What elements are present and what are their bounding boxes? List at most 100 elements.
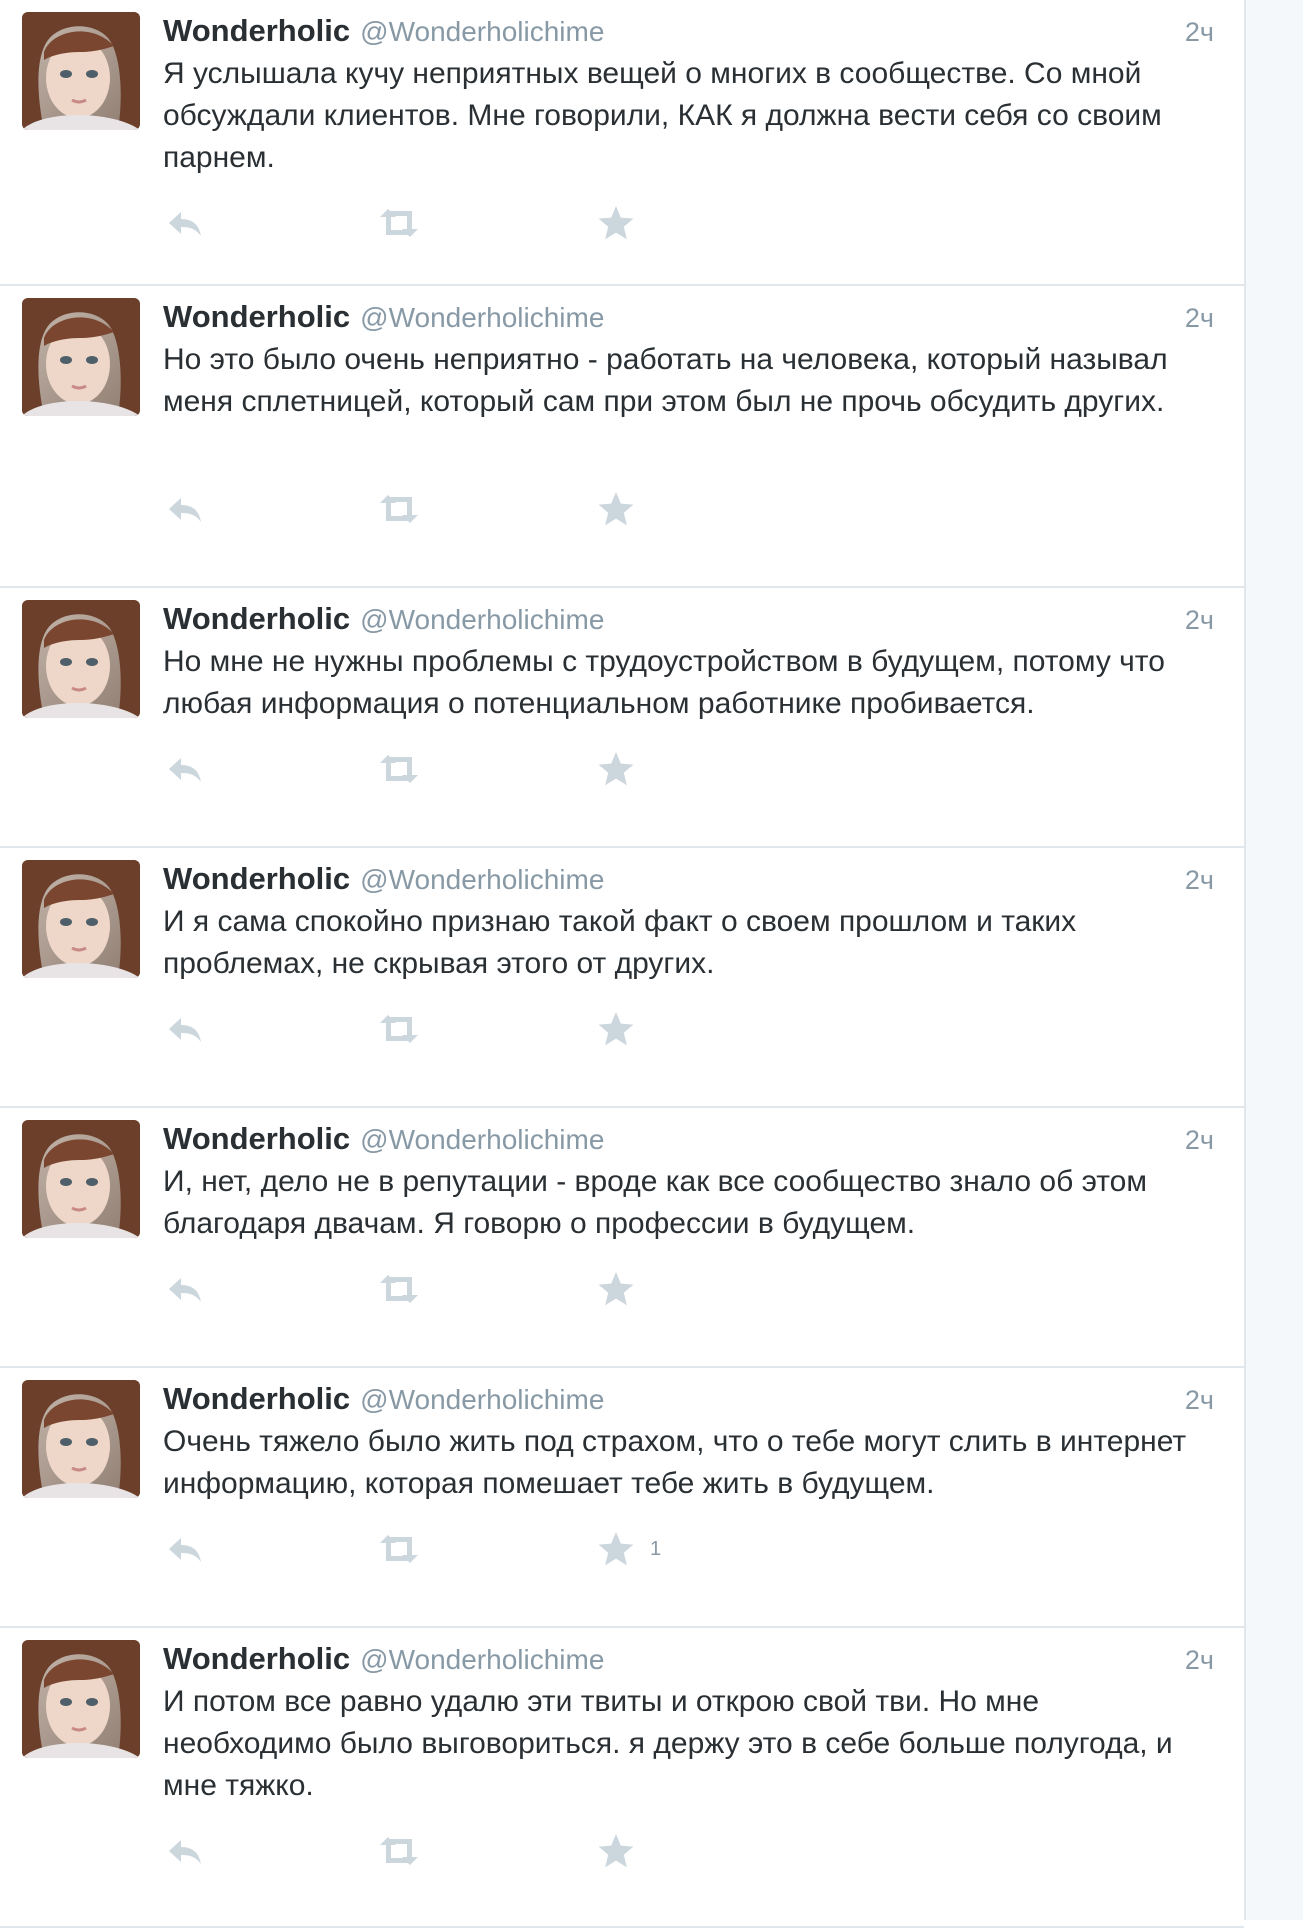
reply-icon xyxy=(169,1278,201,1302)
tweet-header: Wonderholic @Wonderholichime 2ч xyxy=(163,1381,1214,1419)
timestamp[interactable]: 2ч xyxy=(1185,1125,1214,1156)
timestamp[interactable]: 2ч xyxy=(1185,1645,1214,1676)
tweet[interactable]: Wonderholic @Wonderholichime 2ч Я услыша… xyxy=(0,0,1244,286)
star-icon xyxy=(598,752,634,786)
timestamp[interactable]: 2ч xyxy=(1185,865,1214,896)
reply-button[interactable] xyxy=(165,749,205,789)
avatar-image xyxy=(22,860,140,978)
tweet-stream: Wonderholic @Wonderholichime 2ч Я услыша… xyxy=(0,0,1244,1928)
author-handle[interactable]: @Wonderholichime xyxy=(360,16,604,48)
reply-button[interactable] xyxy=(165,1529,205,1569)
tweet-content: Wonderholic @Wonderholichime 2ч И потом … xyxy=(163,1641,1214,1807)
avatar-image xyxy=(22,298,140,416)
timeline: Wonderholic @Wonderholichime 2ч Я услыша… xyxy=(0,0,1246,1928)
favorite-button[interactable] xyxy=(596,203,650,243)
tweet-text: Я услышала кучу неприятных вещей о многи… xyxy=(163,57,1162,174)
tweet-text: И потом все равно удалю эти твиты и откр… xyxy=(163,1685,1173,1802)
author-handle[interactable]: @Wonderholichime xyxy=(360,1644,604,1676)
timestamp[interactable]: 2ч xyxy=(1185,1385,1214,1416)
author-handle[interactable]: @Wonderholichime xyxy=(360,1124,604,1156)
author-name[interactable]: Wonderholic xyxy=(163,13,350,49)
favorite-button[interactable] xyxy=(596,1831,650,1871)
author-name[interactable]: Wonderholic xyxy=(163,299,350,335)
tweet-content: Wonderholic @Wonderholichime 2ч Но мне н… xyxy=(163,601,1214,725)
retweet-button[interactable] xyxy=(376,1831,422,1871)
avatar[interactable] xyxy=(22,860,140,978)
reply-icon xyxy=(169,1840,201,1864)
tweet-content: Wonderholic @Wonderholichime 2ч Я услыша… xyxy=(163,13,1214,179)
author-handle[interactable]: @Wonderholichime xyxy=(360,302,604,334)
tweet[interactable]: Wonderholic @Wonderholichime 2ч И потом … xyxy=(0,1628,1244,1928)
avatar[interactable] xyxy=(22,1640,140,1758)
star-icon xyxy=(598,1012,634,1046)
avatar[interactable] xyxy=(22,298,140,416)
reply-button[interactable] xyxy=(165,1009,205,1049)
tweet-text: Очень тяжело было жить под страхом, что … xyxy=(163,1425,1187,1500)
favorite-button[interactable] xyxy=(596,749,650,789)
tweet-text: Но это было очень неприятно - работать н… xyxy=(163,343,1168,418)
timestamp[interactable]: 2ч xyxy=(1185,605,1214,636)
retweet-icon xyxy=(380,495,418,523)
author-name[interactable]: Wonderholic xyxy=(163,1381,350,1417)
star-icon xyxy=(598,1272,634,1306)
author-name[interactable]: Wonderholic xyxy=(163,1121,350,1157)
tweet[interactable]: Wonderholic @Wonderholichime 2ч И, нет, … xyxy=(0,1108,1244,1368)
tweet[interactable]: Wonderholic @Wonderholichime 2ч И я сама… xyxy=(0,848,1244,1108)
avatar[interactable] xyxy=(22,600,140,718)
favorite-button[interactable]: 1 xyxy=(596,1529,661,1569)
tweet-text: И, нет, дело не в репутации - вроде как … xyxy=(163,1165,1147,1240)
reply-icon xyxy=(169,1538,201,1562)
retweet-icon xyxy=(380,1015,418,1043)
reply-button[interactable] xyxy=(165,203,205,243)
author-name[interactable]: Wonderholic xyxy=(163,601,350,637)
timestamp[interactable]: 2ч xyxy=(1185,303,1214,334)
star-icon xyxy=(598,1532,634,1566)
reply-icon xyxy=(169,758,201,782)
retweet-button[interactable] xyxy=(376,1529,422,1569)
favorite-button[interactable] xyxy=(596,1009,650,1049)
author-handle[interactable]: @Wonderholichime xyxy=(360,1384,604,1416)
retweet-icon xyxy=(380,1535,418,1563)
avatar-image xyxy=(22,600,140,718)
reply-button[interactable] xyxy=(165,1269,205,1309)
star-icon xyxy=(598,206,634,240)
avatar[interactable] xyxy=(22,1120,140,1238)
star-icon xyxy=(598,492,634,526)
retweet-button[interactable] xyxy=(376,203,422,243)
retweet-button[interactable] xyxy=(376,749,422,789)
retweet-button[interactable] xyxy=(376,489,422,529)
author-handle[interactable]: @Wonderholichime xyxy=(360,864,604,896)
avatar-image xyxy=(22,1120,140,1238)
favorite-button[interactable] xyxy=(596,489,650,529)
reply-button[interactable] xyxy=(165,1831,205,1871)
avatar[interactable] xyxy=(22,12,140,130)
tweet-content: Wonderholic @Wonderholichime 2ч Очень тя… xyxy=(163,1381,1214,1505)
tweet-header: Wonderholic @Wonderholichime 2ч xyxy=(163,601,1214,639)
retweet-icon xyxy=(380,1275,418,1303)
tweet-header: Wonderholic @Wonderholichime 2ч xyxy=(163,1641,1214,1679)
star-icon xyxy=(598,1834,634,1868)
tweet-header: Wonderholic @Wonderholichime 2ч xyxy=(163,299,1214,337)
tweet[interactable]: Wonderholic @Wonderholichime 2ч Очень тя… xyxy=(0,1368,1244,1628)
avatar-image xyxy=(22,12,140,130)
author-name[interactable]: Wonderholic xyxy=(163,861,350,897)
reply-icon xyxy=(169,498,201,522)
tweet[interactable]: Wonderholic @Wonderholichime 2ч Но мне н… xyxy=(0,588,1244,848)
tweet-content: Wonderholic @Wonderholichime 2ч Но это б… xyxy=(163,299,1214,423)
tweet-content: Wonderholic @Wonderholichime 2ч И я сама… xyxy=(163,861,1214,985)
author-name[interactable]: Wonderholic xyxy=(163,1641,350,1677)
avatar[interactable] xyxy=(22,1380,140,1498)
tweet[interactable]: Wonderholic @Wonderholichime 2ч Но это б… xyxy=(0,286,1244,588)
tweet-header: Wonderholic @Wonderholichime 2ч xyxy=(163,1121,1214,1159)
favorite-button[interactable] xyxy=(596,1269,650,1309)
avatar-image xyxy=(22,1640,140,1758)
author-handle[interactable]: @Wonderholichime xyxy=(360,604,604,636)
tweet-text: Но мне не нужны проблемы с трудоустройст… xyxy=(163,645,1165,720)
retweet-icon xyxy=(380,1837,418,1865)
reply-button[interactable] xyxy=(165,489,205,529)
retweet-button[interactable] xyxy=(376,1009,422,1049)
timestamp[interactable]: 2ч xyxy=(1185,17,1214,48)
favorite-count: 1 xyxy=(650,1537,662,1560)
scrollbar-track[interactable] xyxy=(1246,0,1303,1920)
retweet-button[interactable] xyxy=(376,1269,422,1309)
